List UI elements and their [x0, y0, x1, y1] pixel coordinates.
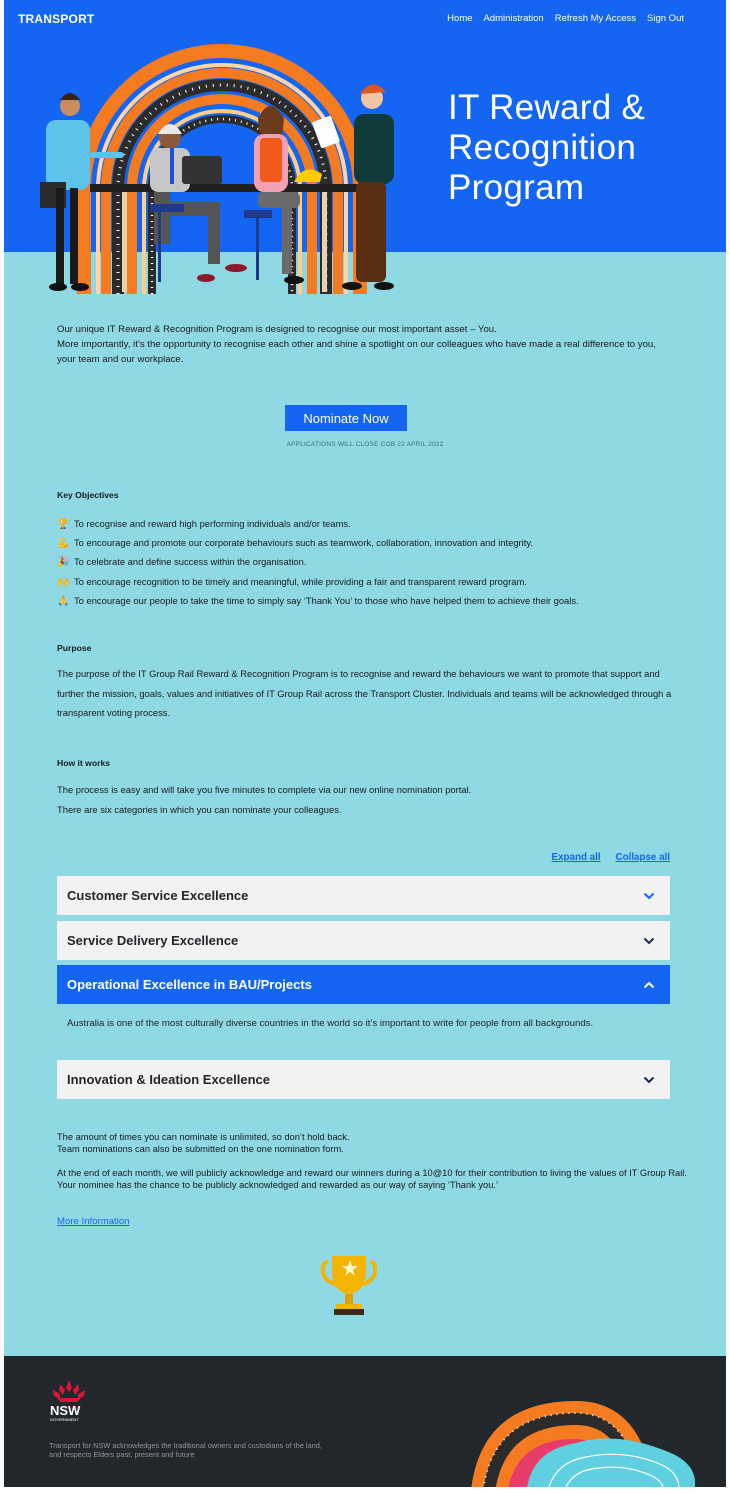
table-top	[90, 184, 358, 192]
chevron-up-icon	[642, 978, 656, 992]
monthly-acknowledgement-note: At the end of each month, we will public…	[57, 1168, 687, 1190]
nav-sign-out-link[interactable]: Sign Out	[647, 13, 684, 24]
intro-line-1: Our unique IT Reward & Recognition Progr…	[57, 324, 497, 335]
chevron-down-icon	[642, 889, 656, 903]
accordion-innovation-ideation-excellence[interactable]: Innovation & Ideation Excellence	[57, 1060, 670, 1099]
more-information-link[interactable]: More Information	[57, 1216, 130, 1227]
brand-logo[interactable]: TRANSPORT	[18, 12, 94, 26]
objective-text: To encourage our people to take the time…	[74, 594, 579, 606]
page: TRANSPORT Home Administration Refresh My…	[4, 0, 726, 1487]
intro-line-2: More importantly, it’s the opportunity t…	[57, 339, 656, 365]
objective-text: To encourage and promote our corporate b…	[74, 537, 533, 549]
nsw-logo-text: NSW	[50, 1403, 81, 1418]
objective-text: To recognise and reward high performing …	[74, 518, 351, 529]
raised-hands-emoji-icon: 🙌	[57, 576, 70, 588]
hero-illustration	[40, 44, 394, 294]
objective-item: 💪 To encourage and promote our corporate …	[57, 534, 579, 553]
objectives-list: 🏆 To recognise and reward high performing…	[57, 515, 579, 611]
acknowledgement-line-1: Transport for NSW acknowledges the tradi…	[49, 1441, 322, 1450]
nomination-notes: The amount of times you can nominate is …	[57, 1132, 697, 1155]
objective-item: 🙏 To encourage our people to take the tim…	[57, 592, 579, 611]
aboriginal-art-graphic	[471, 1401, 695, 1487]
accordion-panel-content: Australia is one of the most culturally …	[67, 1018, 594, 1029]
expand-all-link[interactable]: Expand all	[552, 852, 601, 863]
key-objectives-heading: Key Objectives	[57, 490, 119, 500]
accordion-controls: Expand all Collapse all	[552, 852, 670, 863]
objective-item: 🙌 To encourage recognition to be timely a…	[57, 573, 579, 592]
chevron-down-icon	[642, 934, 656, 948]
how-it-works-text: The process is easy and will take you fi…	[57, 780, 687, 819]
nsw-government-logo[interactable]: NSW GOVERNMENT	[49, 1378, 89, 1427]
collapse-all-link[interactable]: Collapse all	[616, 852, 670, 863]
page-title-line-1: IT Reward &	[448, 88, 646, 127]
applications-close-notice: APPLICATIONS WILL CLOSE COB 22 APRIL 202…	[286, 441, 444, 448]
acknowledgement-of-country: Transport for NSW acknowledges the tradi…	[49, 1441, 429, 1459]
nav-home-link[interactable]: Home	[447, 13, 472, 24]
purpose-heading: Purpose	[57, 643, 92, 653]
nsw-logo-subtext: GOVERNMENT	[50, 1417, 79, 1422]
accordion-title: Service Delivery Excellence	[67, 933, 239, 948]
accordion-title: Innovation & Ideation Excellence	[67, 1072, 270, 1087]
site-footer: NSW GOVERNMENT Transport for NSW acknowl…	[4, 1356, 726, 1487]
how-it-works-line-1: The process is easy and will take you fi…	[57, 784, 472, 795]
accordion-customer-service-excellence[interactable]: Customer Service Excellence	[57, 876, 670, 915]
objective-item: 🎉 To celebrate and define success within …	[57, 553, 579, 572]
folded-hands-emoji-icon: 🙏	[57, 595, 70, 607]
accordion-operational-excellence[interactable]: Operational Excellence in BAU/Projects	[57, 965, 670, 1004]
how-it-works-line-2: There are six categories in which you ca…	[57, 803, 342, 815]
page-title-line-2: Recognition	[448, 128, 637, 167]
accordion-service-delivery-excellence[interactable]: Service Delivery Excellence	[57, 921, 670, 960]
team-note: Team nominations can also be submitted o…	[57, 1143, 344, 1154]
trophy-icon	[320, 1256, 378, 1315]
objective-text: To celebrate and define success within t…	[74, 556, 307, 568]
acknowledgement-line-2: and respects Elders past, present and fu…	[49, 1450, 195, 1459]
nominate-now-button[interactable]: Nominate Now	[285, 405, 407, 431]
waratah-icon: NSW GOVERNMENT	[50, 1380, 85, 1422]
how-it-works-heading: How it works	[57, 758, 111, 768]
purpose-text: The purpose of the IT Group Rail Reward …	[57, 668, 672, 718]
chevron-down-icon	[642, 1073, 656, 1087]
unlimited-note: The amount of times you can nominate is …	[57, 1132, 350, 1142]
objective-item: 🏆 To recognise and reward high performing…	[57, 515, 579, 534]
nav-refresh-access-link[interactable]: Refresh My Access	[555, 13, 636, 24]
trophy-emoji-icon: 🏆	[57, 519, 70, 530]
accordion-title: Operational Excellence in BAU/Projects	[67, 977, 312, 992]
objective-text: To encourage recognition to be timely an…	[74, 575, 527, 587]
intro-text: Our unique IT Reward & Recognition Progr…	[57, 322, 677, 367]
page-title: IT Reward & Recognition Program	[448, 88, 708, 208]
accordion-title: Customer Service Excellence	[67, 888, 249, 903]
party-popper-emoji-icon: 🎉	[57, 557, 70, 569]
nav-administration-link[interactable]: Administration	[484, 13, 544, 24]
page-title-line-3: Program	[448, 168, 585, 207]
flexed-bicep-emoji-icon: 💪	[57, 538, 70, 550]
top-navigation: Home Administration Refresh My Access Si…	[447, 13, 684, 24]
